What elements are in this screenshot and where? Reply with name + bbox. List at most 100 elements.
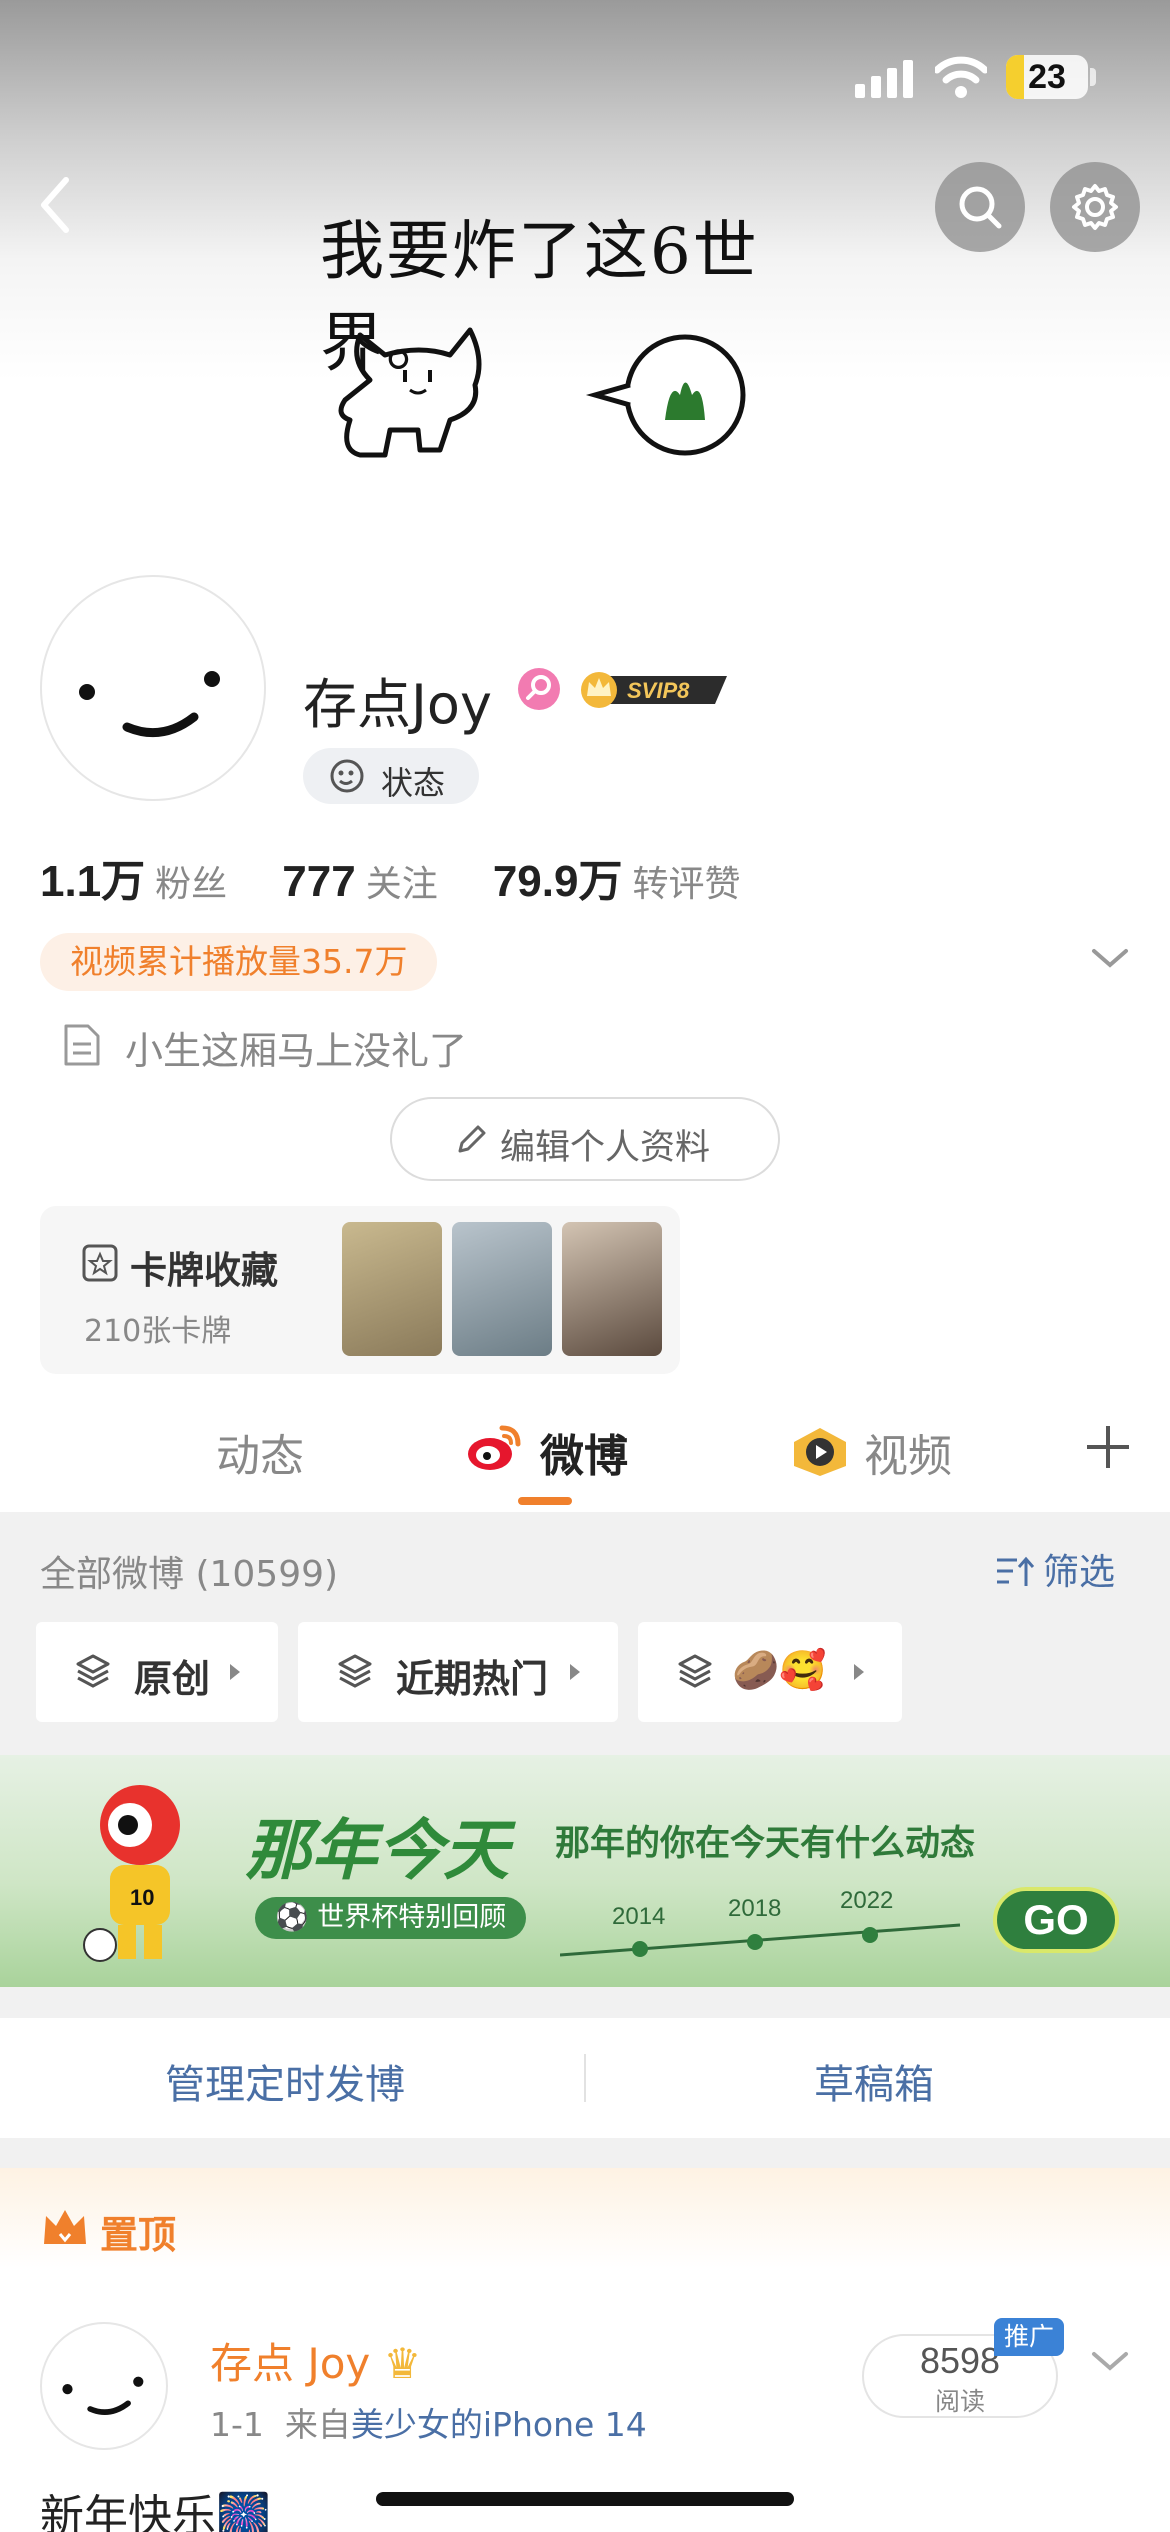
card-collection-title: 卡牌收藏 (130, 1249, 278, 1292)
battery-level: 23 (1028, 58, 1066, 96)
post-avatar[interactable] (40, 2322, 168, 2450)
layers-icon (678, 1654, 712, 1688)
banner-title: 那年今天 (245, 1812, 509, 1889)
followers-count: 1.1万 (40, 857, 146, 906)
layers-icon (76, 1654, 110, 1688)
battery-indicator: 23 (1006, 55, 1088, 99)
post-date: 1-1 (210, 2405, 264, 2444)
layers-icon (338, 1654, 372, 1688)
chip-recent-hot[interactable]: 近期热门 (298, 1622, 618, 1722)
drafts-button[interactable]: 草稿箱 (814, 2052, 934, 2110)
following-label: 关注 (365, 864, 438, 905)
engagement-stat[interactable]: 79.9万 转评赞 (493, 857, 791, 906)
post-author[interactable]: 存点 Joy ♛ (210, 2330, 421, 2391)
svg-text:10: 10 (130, 1885, 154, 1910)
chip-arrow-icon (570, 1664, 580, 1680)
scheduled-posts-button[interactable]: 管理定时发博 (165, 2052, 405, 2110)
filter-button[interactable]: 筛选 (995, 1543, 1115, 1595)
post-source[interactable]: 美少女的iPhone 14 (351, 2405, 647, 2444)
engagement-label: 转评赞 (632, 864, 741, 905)
pinned-label: 置顶 (100, 2213, 177, 2257)
battery-cap (1090, 68, 1096, 86)
go-button[interactable]: GO (993, 1887, 1119, 1953)
active-tab-indicator (518, 1497, 572, 1505)
chip-original[interactable]: 原创 (36, 1622, 278, 1722)
edit-profile-label: 编辑个人资料 (500, 1128, 711, 1168)
promote-tag[interactable]: 推广 (994, 2318, 1065, 2356)
plus-icon[interactable] (1083, 1422, 1133, 1472)
reads-label: 阅读 (934, 2387, 985, 2416)
gear-icon (1072, 184, 1118, 230)
smiley-face-image (62, 2376, 144, 2415)
followers-label: 粉丝 (155, 864, 228, 905)
chip-emoji-label: 🥔🥰 (732, 1648, 827, 1692)
svip-badge[interactable]: SVIP8 (575, 668, 735, 710)
profile-avatar[interactable] (40, 575, 266, 801)
edit-profile-button[interactable]: 编辑个人资料 (390, 1097, 780, 1181)
search-icon (959, 186, 1002, 229)
banner-subtitle: 那年的你在今天有什么动态 (555, 1824, 976, 1864)
chevron-down-icon[interactable] (1090, 945, 1130, 971)
all-weibo-count: 全部微博 (10599) (40, 1554, 339, 1595)
chip-recent-hot-label: 近期热门 (396, 1657, 549, 1701)
card-thumbnail-3[interactable] (562, 1222, 662, 1356)
document-icon (64, 1024, 100, 1066)
chip-arrow-icon (854, 1664, 864, 1680)
cat-doodle-image (338, 327, 746, 458)
smiley-face-image (79, 671, 220, 738)
wifi-icon (935, 56, 987, 98)
video-plays-badge[interactable]: 视频累计播放量35.7万 (40, 933, 438, 991)
card-collection-count: 210张卡牌 (84, 1314, 232, 1349)
following-count: 777 (282, 857, 356, 906)
chip-arrow-icon (230, 1664, 240, 1680)
username: 存点Joy (303, 673, 492, 736)
post-source-prefix: 来自 (284, 2405, 351, 2444)
vip-crown-icon: ♛ (383, 2339, 422, 2388)
post-text: 新年快乐🎆 (40, 2491, 271, 2532)
video-play-icon (794, 1428, 846, 1476)
status-face-icon (330, 759, 364, 793)
card-icon (82, 1244, 118, 1282)
profile-tabs: 动态 微博 视频 (0, 1390, 1170, 1510)
pinned-post[interactable]: 置顶 存点 Joy ♛ 1-1 来自美少女的iPhone 14 8598 阅读 … (0, 2168, 1170, 2532)
cellular-signal-icon (855, 60, 915, 98)
status-button[interactable]: 状态 (303, 748, 479, 804)
tab-weibo[interactable]: 微博 (540, 1420, 628, 1484)
on-this-day-banner[interactable]: 10 那年今天 那年的你在今天有什么动态 ⚽ 世界杯特别回顾 2014 2018… (0, 1755, 1170, 1987)
back-icon[interactable] (30, 170, 80, 240)
pencil-icon (458, 1125, 486, 1153)
card-collection[interactable]: 卡牌收藏 210张卡牌 (40, 1206, 680, 1374)
chip-emoji-group[interactable]: 🥔🥰 (638, 1622, 902, 1722)
crown-icon (44, 2210, 86, 2244)
chip-original-label: 原创 (134, 1657, 211, 1701)
banner-worldcup-tag: ⚽ 世界杯特别回顾 (255, 1897, 527, 1939)
weibo-logo-icon (468, 1425, 521, 1470)
card-thumbnail-1[interactable] (342, 1222, 442, 1356)
post-author-name: 存点 Joy (210, 2339, 371, 2388)
settings-button[interactable] (1050, 162, 1140, 252)
search-button[interactable] (935, 162, 1025, 252)
profile-bio: 小生这厢马上没礼了 (125, 1029, 468, 1073)
divider (584, 2054, 586, 2102)
year-2014: 2014 (612, 1903, 666, 1930)
year-2022: 2022 (840, 1887, 894, 1914)
tab-video[interactable]: 视频 (864, 1420, 952, 1484)
mascot-image: 10 (83, 1785, 180, 1962)
engagement-count: 79.9万 (492, 857, 623, 906)
followers-stat[interactable]: 1.1万 粉丝 (40, 857, 282, 906)
chevron-down-icon[interactable] (1090, 2348, 1130, 2374)
year-2018: 2018 (728, 1895, 782, 1922)
home-indicator[interactable] (376, 2492, 794, 2506)
filter-sort-icon (997, 1556, 1035, 1586)
profile-stats: 1.1万 粉丝 777 关注 79.9万 转评赞 (40, 845, 791, 906)
tab-activity[interactable]: 动态 (216, 1420, 304, 1484)
status-label: 状态 (381, 764, 446, 802)
banner-tag-label: 世界杯特别回顾 (317, 1902, 507, 1933)
manage-bar: 管理定时发博 草稿箱 (0, 2018, 1170, 2138)
following-stat[interactable]: 777 关注 (282, 857, 493, 906)
card-thumbnail-2[interactable] (452, 1222, 552, 1356)
svip-badge-label: SVIP8 (627, 678, 690, 703)
filter-label: 筛选 (1043, 1552, 1116, 1593)
post-meta: 1-1 来自美少女的iPhone 14 (210, 2398, 647, 2446)
female-gender-icon (518, 668, 560, 710)
